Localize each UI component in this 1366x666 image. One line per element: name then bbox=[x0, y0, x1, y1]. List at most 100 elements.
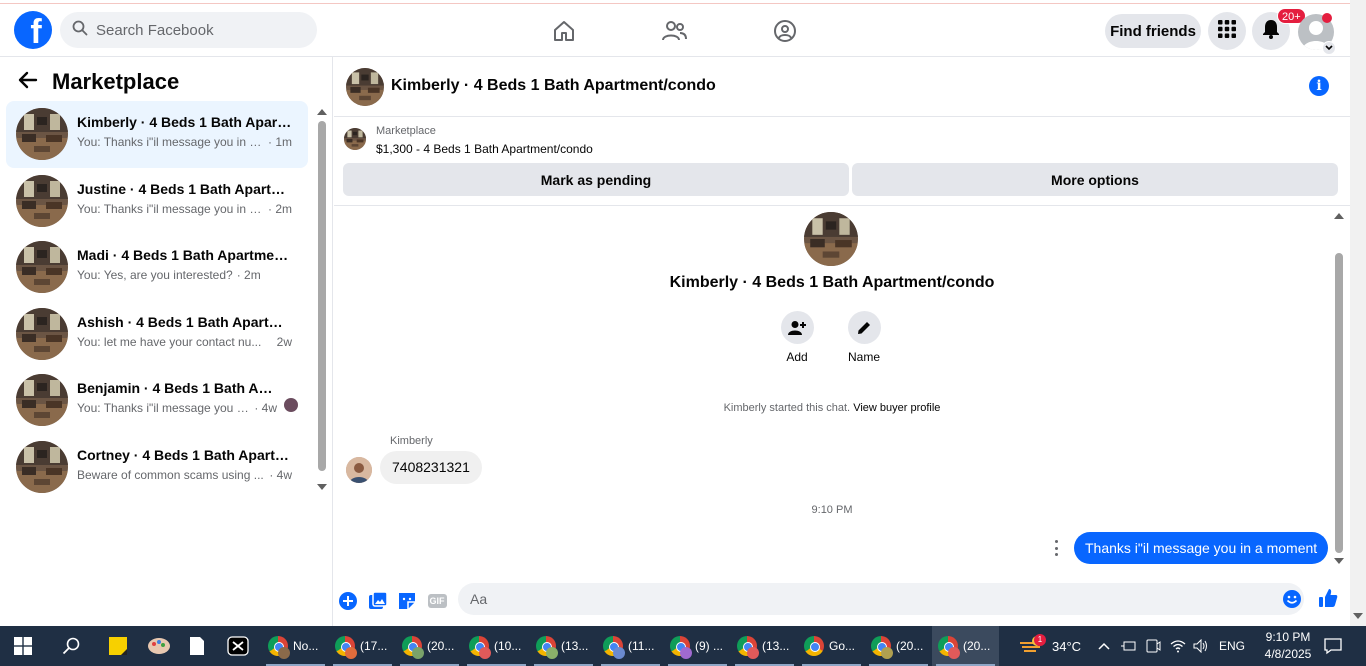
add-action[interactable]: Add bbox=[767, 311, 827, 364]
grid-menu-icon bbox=[1218, 19, 1236, 43]
language-indicator[interactable]: ENG bbox=[1219, 639, 1245, 653]
incoming-message[interactable]: 7408231321 bbox=[380, 451, 482, 484]
sender-avatar[interactable] bbox=[346, 457, 372, 483]
gif-icon[interactable]: GIF bbox=[426, 591, 448, 611]
groups-icon[interactable] bbox=[772, 18, 798, 44]
emoji-icon[interactable] bbox=[1282, 589, 1302, 609]
taskbar-chrome-window[interactable]: (13... bbox=[731, 626, 798, 666]
taskbar-chrome-window[interactable]: Go... bbox=[798, 626, 865, 666]
weather-icon[interactable] bbox=[1018, 626, 1044, 666]
sticker-icon[interactable] bbox=[397, 591, 417, 611]
preview-time: · 2m bbox=[236, 268, 261, 282]
system-message-text: Kimberly started this chat. bbox=[723, 402, 851, 414]
message-input[interactable] bbox=[458, 583, 1304, 615]
clock-time[interactable]: 9:10 PM bbox=[1259, 630, 1317, 644]
sidebar-scroll-thumb[interactable] bbox=[318, 121, 326, 471]
chat-scrollbar[interactable] bbox=[1333, 209, 1345, 569]
conversation-preview: You: let me have your contact nu... 2w bbox=[77, 335, 292, 349]
info-icon[interactable]: i bbox=[1309, 76, 1329, 96]
window-label: (13... bbox=[561, 639, 589, 653]
thumbs-up-icon[interactable] bbox=[1318, 588, 1338, 608]
window-label: (20... bbox=[963, 639, 991, 653]
volume-icon[interactable] bbox=[1193, 626, 1209, 666]
chevron-down-icon[interactable] bbox=[1322, 41, 1336, 55]
search-input[interactable] bbox=[96, 21, 296, 39]
home-icon[interactable] bbox=[551, 18, 577, 44]
find-friends-button[interactable]: Find friends bbox=[1105, 14, 1201, 48]
windows-start-icon[interactable] bbox=[14, 626, 32, 666]
scroll-down-arrow-icon[interactable] bbox=[1353, 613, 1363, 619]
chat-scroll-thumb[interactable] bbox=[1335, 253, 1343, 553]
wifi-icon[interactable] bbox=[1170, 626, 1186, 666]
taskbar-chrome-window-active[interactable]: (20... bbox=[932, 626, 999, 666]
windows-taskbar: No... (17... (20... (10... (13... (11...… bbox=[0, 626, 1366, 666]
page-scrollbar[interactable] bbox=[1350, 0, 1366, 626]
chat-header-title[interactable]: Kimberly · 4 Beds 1 Bath Apartment/condo bbox=[391, 77, 716, 95]
system-message: Kimberly started this chat. View buyer p… bbox=[334, 402, 1330, 414]
taskbar-chrome-window[interactable]: (20... bbox=[396, 626, 463, 666]
chat-header-avatar[interactable] bbox=[346, 68, 384, 106]
photo-icon[interactable] bbox=[368, 591, 388, 611]
temperature[interactable]: 34°C bbox=[1052, 639, 1081, 654]
taskbar-chrome-window[interactable]: No... bbox=[262, 626, 329, 666]
taskbar-chrome-window[interactable]: (13... bbox=[530, 626, 597, 666]
listing-thumbnail bbox=[16, 241, 68, 293]
battery-icon[interactable] bbox=[1120, 626, 1136, 666]
taskbar-chrome-window[interactable]: (10... bbox=[463, 626, 530, 666]
more-options-button[interactable]: More options bbox=[852, 163, 1338, 196]
taskbar-chrome-window[interactable]: (20... bbox=[865, 626, 932, 666]
view-buyer-profile-link[interactable]: View buyer profile bbox=[853, 402, 940, 414]
chrome-icon bbox=[804, 636, 824, 656]
search-icon bbox=[72, 20, 88, 41]
conversation-preview: Beware of common scams using ... · 4w bbox=[77, 468, 292, 482]
conversation-item[interactable]: Madi · 4 Beds 1 Bath Apartment... You: Y… bbox=[6, 234, 308, 301]
scroll-down-arrow-icon[interactable] bbox=[1334, 558, 1344, 564]
conversation-item[interactable]: Benjamin · 4 Beds 1 Bath Apar... You: Th… bbox=[6, 367, 308, 434]
mark-as-pending-button[interactable]: Mark as pending bbox=[343, 163, 849, 196]
preview-time: · 4w bbox=[269, 467, 292, 482]
plus-circle-icon[interactable] bbox=[338, 591, 358, 611]
conversation-item[interactable]: Ashish · 4 Beds 1 Bath Apartme... You: l… bbox=[6, 301, 308, 368]
scroll-down-arrow-icon[interactable] bbox=[317, 484, 327, 490]
profile-badge bbox=[412, 647, 424, 659]
taskbar-chrome-window[interactable]: (9) ... bbox=[664, 626, 731, 666]
friends-icon[interactable] bbox=[661, 18, 687, 44]
capcut-icon[interactable] bbox=[227, 626, 249, 666]
more-options-icon[interactable] bbox=[1050, 540, 1062, 556]
notification-center-icon[interactable] bbox=[1324, 626, 1342, 666]
conversation-item[interactable]: Justine · 4 Beds 1 Bath Apartme... You: … bbox=[6, 168, 308, 235]
clock-date[interactable]: 4/8/2025 bbox=[1257, 647, 1319, 661]
chat-header: Kimberly · 4 Beds 1 Bath Apartment/condo… bbox=[334, 57, 1350, 117]
search-bar[interactable] bbox=[60, 12, 317, 48]
sidebar-scrollbar[interactable] bbox=[316, 106, 328, 492]
menu-button[interactable] bbox=[1208, 12, 1246, 50]
file-icon[interactable] bbox=[189, 626, 205, 666]
profile-badge bbox=[948, 647, 960, 659]
weather-badge: 1 bbox=[1034, 634, 1046, 646]
preview-time: · 4w bbox=[254, 401, 277, 415]
preview-time: · 2m bbox=[268, 201, 292, 216]
paint-app-icon[interactable] bbox=[147, 626, 171, 666]
taskbar-chrome-window[interactable]: (17... bbox=[329, 626, 396, 666]
sticky-notes-icon[interactable] bbox=[108, 626, 128, 666]
back-arrow-icon[interactable] bbox=[18, 71, 38, 94]
window-label: (13... bbox=[762, 639, 790, 653]
scroll-up-arrow-icon[interactable] bbox=[317, 109, 327, 115]
name-action[interactable]: Name bbox=[834, 311, 894, 364]
outgoing-message[interactable]: Thanks i"il message you in a moment bbox=[1074, 532, 1329, 564]
listing-title[interactable]: $1,300 - 4 Beds 1 Bath Apartment/condo bbox=[376, 142, 593, 156]
pencil-icon[interactable] bbox=[847, 311, 881, 344]
taskbar-chrome-window[interactable]: (11... bbox=[597, 626, 664, 666]
preview-time: · 1m bbox=[268, 135, 292, 149]
add-person-icon[interactable] bbox=[780, 311, 814, 344]
chat-panel: Kimberly · 4 Beds 1 Bath Apartment/condo… bbox=[334, 57, 1350, 626]
preview-text: You: let me have your contact nu... bbox=[77, 334, 262, 349]
meet-icon[interactable] bbox=[1145, 626, 1161, 666]
conversation-item[interactable]: Cortney · 4 Beds 1 Bath Apartm... Beware… bbox=[6, 434, 308, 501]
search-icon[interactable] bbox=[62, 626, 80, 666]
facebook-logo[interactable]: f bbox=[14, 11, 52, 49]
window-label: (20... bbox=[427, 639, 455, 653]
scroll-up-arrow-icon[interactable] bbox=[1334, 213, 1344, 219]
chevron-up-icon[interactable] bbox=[1098, 626, 1110, 666]
conversation-item[interactable]: Kimberly · 4 Beds 1 Bath Apart... You: T… bbox=[6, 101, 308, 168]
